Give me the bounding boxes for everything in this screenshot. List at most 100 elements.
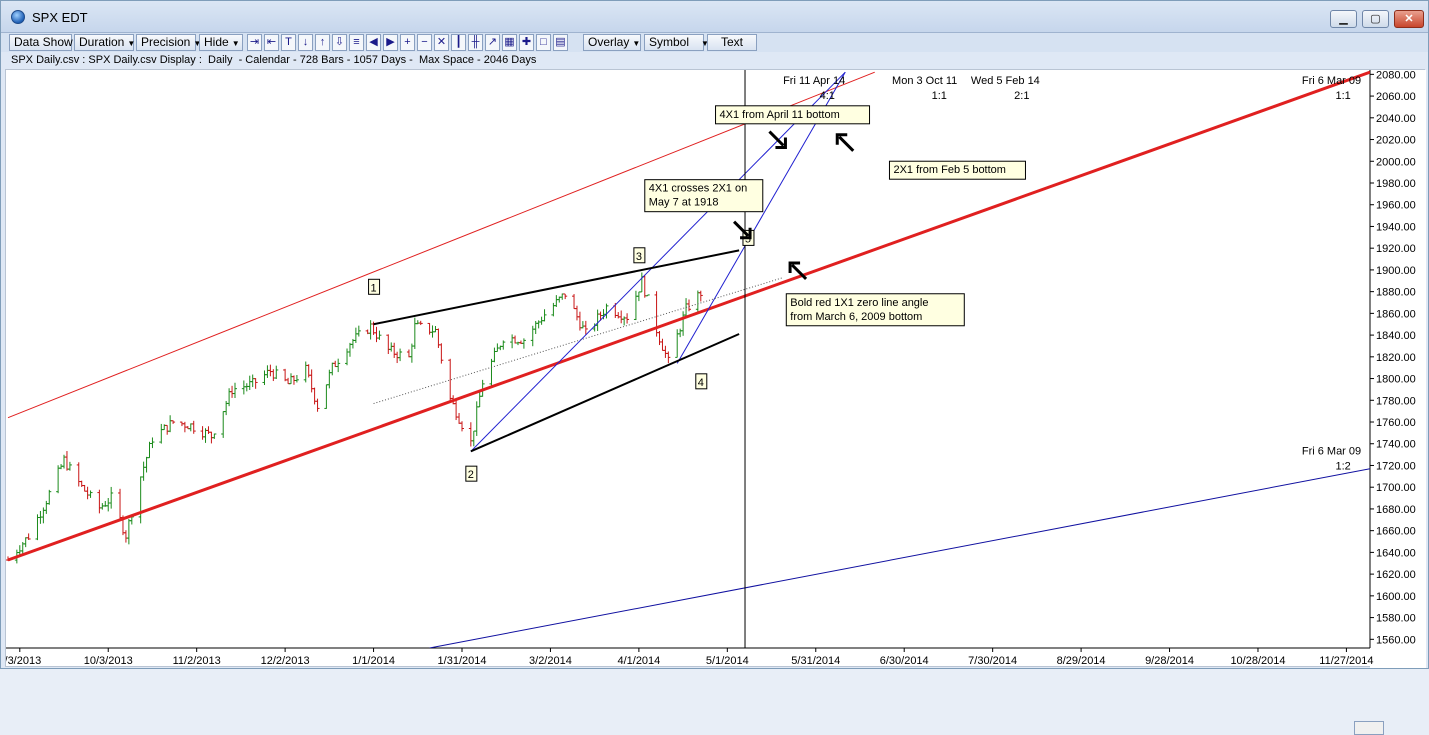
price-bar xyxy=(645,294,650,297)
grid-icon[interactable]: ▦ xyxy=(502,34,517,51)
data-show-button[interactable]: Data Show xyxy=(9,34,73,51)
price-bar xyxy=(312,387,317,405)
price-bar xyxy=(345,348,350,366)
zoom-out-icon[interactable]: − xyxy=(417,34,432,51)
precision-label: Precision xyxy=(141,35,191,49)
arrow-up-bar-icon[interactable]: ↑ xyxy=(315,34,330,51)
maximize-button[interactable]: ▢ xyxy=(1362,10,1389,28)
price-bar xyxy=(330,362,335,376)
trend-line-5 xyxy=(373,249,740,326)
list-icon[interactable]: ≡ xyxy=(349,34,364,51)
chevron-down-icon: ▼ xyxy=(632,39,641,48)
price-bar xyxy=(109,486,114,509)
price-bar xyxy=(138,476,143,524)
bars-icon[interactable]: ┃ xyxy=(451,34,466,51)
arrows-out-icon[interactable]: ⇤ xyxy=(264,34,279,51)
price-bar xyxy=(554,295,559,307)
y-tick-label: 1940.00 xyxy=(1376,221,1416,233)
close-button[interactable]: ✕ xyxy=(1394,10,1424,28)
price-bar xyxy=(85,486,90,500)
angle-label-date: Fri 6 Mar 09 xyxy=(1302,75,1361,87)
cross-box-icon[interactable]: ✕ xyxy=(434,34,449,51)
hide-dropdown[interactable]: Hide ▼ xyxy=(199,34,243,51)
price-bar xyxy=(501,340,506,350)
annotation-text: 4X1 crosses 2X1 on xyxy=(649,183,747,195)
y-tick-label: 1740.00 xyxy=(1376,439,1416,451)
y-tick-label: 1780.00 xyxy=(1376,395,1416,407)
price-bar xyxy=(604,303,609,319)
duration-dropdown[interactable]: Duration ▼ xyxy=(74,34,135,51)
nav-left-icon[interactable]: ◀ xyxy=(366,34,381,51)
price-bar xyxy=(168,415,173,433)
horizontal-scrollbar[interactable] xyxy=(1354,721,1384,735)
price-bar xyxy=(468,422,473,447)
price-bar xyxy=(97,489,102,514)
minimize-button[interactable]: ▁ xyxy=(1330,10,1357,28)
price-chart[interactable]: 1560.00 1580.00 1600.00 1620.00 1640.00 1660.… xyxy=(6,70,1426,668)
price-bar xyxy=(633,290,638,321)
text-label: Text xyxy=(720,35,743,49)
price-bar xyxy=(230,385,235,398)
price-bar xyxy=(356,325,361,337)
price-bar xyxy=(392,342,397,358)
price-bar xyxy=(353,327,358,343)
price-bar xyxy=(315,398,320,412)
overlay-dropdown[interactable]: Overlay ▼ xyxy=(583,34,641,51)
price-bar xyxy=(265,365,270,378)
arrow-down-bar-icon[interactable]: ↓ xyxy=(298,34,313,51)
price-bar xyxy=(636,291,641,302)
price-bar xyxy=(595,309,600,331)
annotation-text: 2X1 from Feb 5 bottom xyxy=(893,164,1006,176)
price-bar xyxy=(347,342,352,357)
precision-dropdown[interactable]: Precision ▼ xyxy=(136,34,201,51)
price-bar xyxy=(23,537,28,548)
plus-icon[interactable]: ✚ xyxy=(519,34,534,51)
price-bar xyxy=(625,313,630,324)
line-up-icon[interactable]: ↗ xyxy=(485,34,500,51)
y-tick-label: 1960.00 xyxy=(1376,200,1416,212)
calendar-icon[interactable]: ▤ xyxy=(553,34,568,51)
price-bar xyxy=(551,302,556,317)
symbol-dropdown[interactable]: Symbol ▼ xyxy=(644,34,709,51)
price-bar xyxy=(67,461,72,471)
price-bar xyxy=(118,488,123,522)
price-bar xyxy=(657,330,662,346)
price-bar xyxy=(200,426,205,440)
price-bar xyxy=(698,290,703,302)
x-tick-label: 5/1/2014 xyxy=(706,655,749,667)
nav-right-icon[interactable]: ▶ xyxy=(383,34,398,51)
wave-label: 2 xyxy=(468,469,474,481)
price-bar xyxy=(283,368,288,382)
price-bar xyxy=(88,490,93,498)
price-bar xyxy=(294,375,299,383)
price-bar xyxy=(123,530,128,543)
window-title: SPX EDT xyxy=(32,10,88,25)
price-bar xyxy=(415,320,420,325)
box-icon[interactable]: □ xyxy=(536,34,551,51)
price-bar xyxy=(106,498,111,512)
x-tick-label: 11/2/2013 xyxy=(173,655,221,667)
y-tick-label: 1640.00 xyxy=(1376,547,1416,559)
y-tick-label: 1920.00 xyxy=(1376,243,1416,255)
price-bar xyxy=(542,309,547,322)
price-bar xyxy=(398,348,403,362)
wave-label: 1 xyxy=(370,282,376,294)
overlay-label: Overlay xyxy=(588,35,630,49)
arrow-down-icon[interactable]: ⇩ xyxy=(332,34,347,51)
arrows-in-icon[interactable]: ⇥ xyxy=(247,34,262,51)
text-button[interactable]: Text xyxy=(707,34,757,51)
candles-icon[interactable]: ╫ xyxy=(468,34,483,51)
price-bar xyxy=(44,500,49,514)
price-bar xyxy=(563,293,568,300)
y-tick-label: 1860.00 xyxy=(1376,308,1416,320)
x-tick-label: 7/30/2014 xyxy=(968,655,1017,667)
x-tick-label: 9/3/2013 xyxy=(6,655,41,667)
y-tick-label: 2020.00 xyxy=(1376,135,1416,147)
zoom-in-icon[interactable]: + xyxy=(400,34,415,51)
price-bar xyxy=(244,383,249,392)
arrow-shaft xyxy=(733,220,750,237)
arrow-down-right-icon xyxy=(768,130,787,150)
chart-area[interactable]: 1560.00 1580.00 1600.00 1620.00 1640.00 1660.… xyxy=(5,69,1426,735)
bar-top-icon[interactable]: T xyxy=(281,34,296,51)
y-tick-label: 1600.00 xyxy=(1376,591,1416,603)
